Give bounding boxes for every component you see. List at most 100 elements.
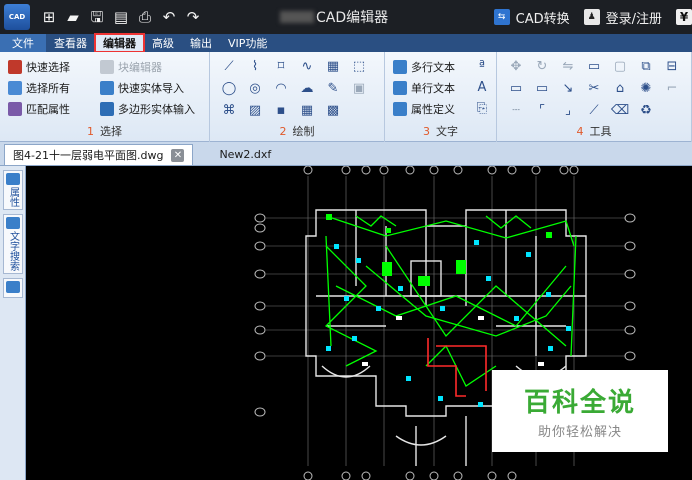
menu-editor[interactable]: 编辑器	[94, 33, 145, 53]
line-icon[interactable]: ⟋	[220, 58, 238, 74]
select-all-button[interactable]: 选择所有	[8, 79, 70, 97]
arc-icon[interactable]: ◠	[272, 80, 290, 96]
rotate-icon[interactable]: ↻	[533, 58, 551, 74]
text-style-icon[interactable]: ª	[473, 58, 491, 74]
new-file-icon[interactable]: ⊞	[40, 8, 58, 26]
undo-icon[interactable]: ↶	[160, 8, 178, 26]
match-properties-button[interactable]: 匹配属性	[8, 100, 70, 118]
group-number-select: 1	[87, 125, 94, 138]
group-number-text: 3	[423, 125, 430, 138]
menu-file[interactable]: 文件	[0, 34, 46, 52]
menu-advanced[interactable]: 高级	[144, 34, 182, 52]
redo-icon[interactable]: ↷	[184, 8, 202, 26]
singleline-text-icon	[393, 81, 407, 95]
app-logo[interactable]: CAD	[4, 4, 30, 30]
mirror-icon[interactable]: ⇋	[559, 58, 577, 74]
multiline-text-label: 多行文本	[411, 61, 455, 74]
menu-viewer[interactable]: 查看器	[46, 34, 95, 52]
singleline-text-button[interactable]: 单行文本	[393, 79, 455, 97]
hatch-icon[interactable]: ▦	[324, 58, 342, 74]
revision-icon[interactable]: ⌘	[220, 102, 238, 118]
group-title-draw: 绘制	[292, 125, 315, 138]
layers-panel-tab[interactable]	[3, 278, 23, 298]
tools-grid: ✥ ↻ ⇋ ▭ ▢ ⧉ ⊟ ▭ ▭ ↘ ✂ ⌂ ✺ ⌐ ┄ ⌜ ⌟ ⟋ ⌫ ♻	[507, 58, 683, 118]
text-field-icon[interactable]: ⎘	[473, 100, 491, 116]
doc-tab-label-2: New2.dxf	[219, 148, 272, 161]
quick-entity-import-icon	[100, 81, 114, 95]
document-tabs: 图4-21十一层弱电平面图.dwg ✕ New2.dxf	[0, 142, 692, 166]
group-title-select: 选择	[100, 125, 122, 138]
text-search-tab-label: 文字搜索	[7, 231, 19, 271]
watermark-title: 百科全说	[523, 388, 636, 418]
corner-icon[interactable]: ⌟	[559, 102, 577, 118]
group-title-text: 文字	[436, 125, 458, 138]
watermark-logo: 百科全说 助你轻松解决	[492, 370, 668, 452]
cloud-icon[interactable]: ☁	[298, 80, 316, 96]
quick-entity-import-button[interactable]: 快速实体导入	[100, 79, 184, 97]
offset-icon[interactable]: ▢	[611, 58, 629, 74]
quick-select-icon	[8, 60, 22, 74]
grid-icon[interactable]: ▩	[324, 102, 342, 118]
menu-output[interactable]: 输出	[182, 34, 220, 52]
text-edit-icon[interactable]: A	[473, 79, 491, 95]
explode-icon[interactable]: ✺	[637, 80, 655, 96]
purge-icon[interactable]: ♻	[637, 102, 655, 118]
doc-tab-active[interactable]: 图4-21十一层弱电平面图.dwg ✕	[4, 144, 194, 165]
match-properties-label: 匹配属性	[26, 103, 70, 116]
fillet-icon[interactable]: ⌜	[533, 102, 551, 118]
multiline-text-button[interactable]: 多行文本	[393, 58, 455, 76]
ribbon-group-tools: ✥ ↻ ⇋ ▭ ▢ ⧉ ⊟ ▭ ▭ ↘ ✂ ⌂ ✺ ⌐ ┄ ⌜ ⌟ ⟋ ⌫ ♻ …	[497, 52, 692, 142]
attribute-definition-label: 属性定义	[411, 103, 455, 116]
array-icon[interactable]: ⊟	[663, 58, 681, 74]
move-icon[interactable]: ✥	[507, 58, 525, 74]
save-icon[interactable]: 🖫	[88, 8, 106, 26]
price-icon[interactable]: ¥	[676, 9, 692, 25]
cad-convert-icon: ⇆	[493, 9, 510, 25]
rectangle-icon[interactable]: ⌑	[272, 58, 290, 74]
spline-icon[interactable]: ∿	[298, 58, 316, 74]
quick-select-button[interactable]: 快速选择	[8, 58, 70, 76]
break-icon[interactable]: ✂	[585, 80, 603, 96]
group-label-select: 1 选择	[0, 123, 209, 139]
axis-bubbles-top	[303, 166, 579, 175]
trim-icon[interactable]: ▭	[533, 80, 551, 96]
menu-vip[interactable]: VIP功能	[220, 34, 275, 52]
scale-icon[interactable]: ▭	[585, 58, 603, 74]
open-folder-icon[interactable]: ▰	[64, 8, 82, 26]
polygon-entity-input-button[interactable]: 多边形实体输入	[100, 100, 195, 118]
block-editor-button[interactable]: 块编辑器	[100, 58, 162, 76]
circle-icon[interactable]: ◯	[220, 80, 238, 96]
singleline-text-label: 单行文本	[411, 82, 455, 95]
select-all-icon	[8, 81, 22, 95]
chamfer-icon[interactable]: ⌐	[663, 80, 681, 96]
table-icon[interactable]: ▦	[298, 102, 316, 118]
cad-convert-link[interactable]: CAD转换	[516, 8, 570, 27]
polyline-icon[interactable]: ⌇	[246, 58, 264, 74]
doc-tab-2[interactable]: New2.dxf	[211, 144, 279, 165]
attribute-definition-button[interactable]: 属性定义	[393, 100, 455, 118]
lengthen-icon[interactable]: ⟋	[585, 102, 603, 118]
properties-panel-tab[interactable]: 属性	[3, 170, 23, 210]
copy-icon[interactable]: ⧉	[637, 58, 655, 74]
block-insert-icon[interactable]: ⬚	[350, 58, 368, 74]
save-as-icon[interactable]: ▤	[112, 8, 130, 26]
close-icon[interactable]: ✕	[171, 148, 185, 162]
text-search-panel-tab[interactable]: 文字搜索	[3, 214, 23, 274]
dash-icon[interactable]: ┄	[507, 102, 525, 118]
circle-center-icon[interactable]: ◎	[246, 80, 264, 96]
fill-icon[interactable]: ▨	[246, 102, 264, 118]
extend-icon[interactable]: ↘	[559, 80, 577, 96]
join-icon[interactable]: ⌂	[611, 80, 629, 96]
draw-tools-grid: ⟋ ⌇ ⌑ ∿ ▦ ⬚ ◯ ◎ ◠ ☁ ✎ ▣ ⌘ ▨ ▪ ▦ ▩	[220, 58, 370, 118]
green-blocks	[326, 214, 552, 286]
pen-icon[interactable]: ✎	[324, 80, 342, 96]
group-number-tools: 4	[576, 125, 584, 138]
point-icon[interactable]: ▪	[272, 102, 290, 118]
image-icon[interactable]: ▣	[350, 80, 368, 96]
print-icon[interactable]: ⎙	[136, 8, 154, 26]
erase-icon[interactable]: ⌫	[611, 102, 629, 118]
block-editor-label: 块编辑器	[118, 61, 162, 74]
axis-bubbles-bottom	[303, 471, 517, 480]
login-link[interactable]: 登录/注册	[606, 8, 662, 27]
stretch-icon[interactable]: ▭	[507, 80, 525, 96]
